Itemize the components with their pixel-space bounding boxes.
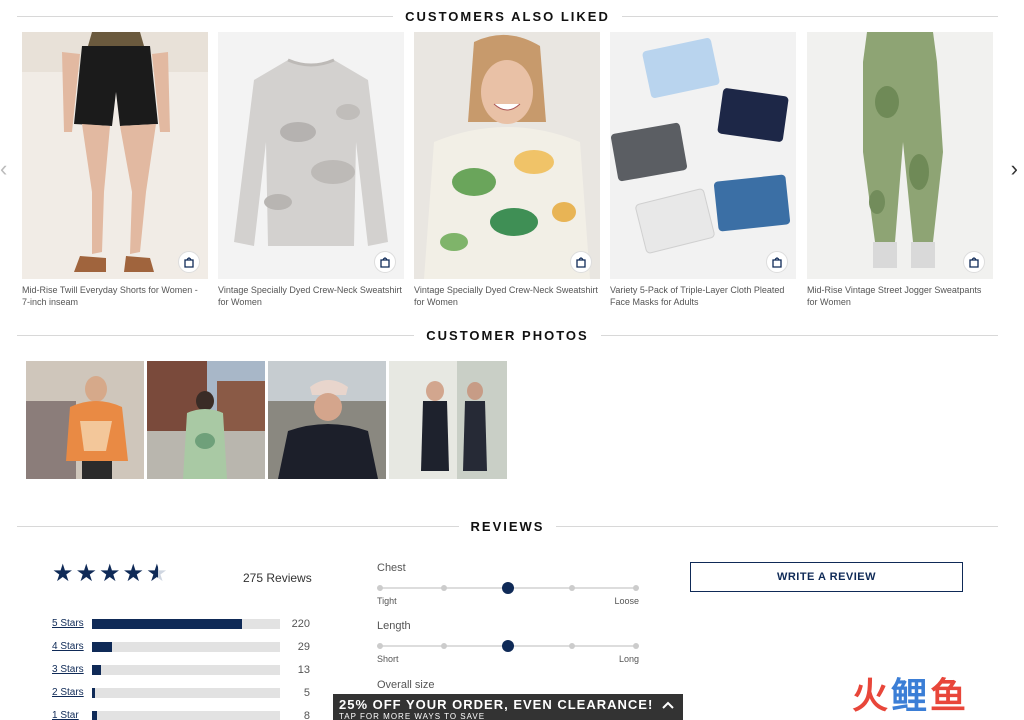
product-card[interactable]: Mid-Rise Vintage Street Jogger Sweatpant…: [807, 32, 993, 308]
histogram-fill: [92, 641, 112, 652]
histogram-count: 8: [303, 709, 310, 720]
fit-dot: [633, 643, 639, 649]
histogram-count: 220: [291, 617, 310, 630]
histogram-track: [92, 664, 280, 675]
promo-subtitle: TAP FOR MORE WAYS TO SAVE: [339, 712, 486, 720]
fit-dot: [633, 585, 639, 591]
star-icon: ★: [99, 560, 121, 587]
add-to-bag-icon[interactable]: [963, 251, 985, 273]
histogram-fill: [92, 710, 98, 720]
histogram-count: 13: [297, 663, 310, 676]
fit-title: Length: [377, 620, 411, 632]
fit-dot: [569, 643, 575, 649]
fit-dot: [569, 585, 575, 591]
product-image[interactable]: [22, 32, 208, 279]
reviews-title: REVIEWS: [470, 518, 545, 534]
customer-photo[interactable]: [147, 361, 265, 479]
product-name[interactable]: Variety 5-Pack of Triple-Layer Cloth Ple…: [610, 284, 796, 308]
fit-dot: [377, 585, 383, 591]
fit-selected-dot: [502, 582, 514, 594]
product-image[interactable]: [807, 32, 993, 279]
histogram-fill: [92, 618, 243, 629]
product-card[interactable]: Mid-Rise Twill Everyday Shorts for Women…: [22, 32, 208, 308]
promo-title: 25% OFF YOUR ORDER, EVEN CLEARANCE!: [339, 697, 654, 712]
histogram-track: [92, 618, 280, 629]
histogram-track: [92, 710, 280, 720]
fit-high-label: Loose: [614, 596, 639, 606]
fit-dot: [377, 643, 383, 649]
histogram-row[interactable]: 3 Stars 13: [52, 658, 322, 681]
customer-photos-heading: CUSTOMER PHOTOS: [17, 325, 998, 345]
star-icon: ★: [75, 560, 98, 587]
histogram-count: 5: [303, 686, 310, 699]
fit-dot: [441, 585, 447, 591]
add-to-bag-icon[interactable]: [766, 251, 788, 273]
customer-photo[interactable]: [26, 361, 144, 479]
fit-title: Chest: [377, 562, 406, 574]
add-to-bag-icon[interactable]: [570, 251, 592, 273]
customer-photos-gallery: [26, 361, 507, 479]
fit-scale: [377, 582, 639, 594]
product-name[interactable]: Vintage Specially Dyed Crew-Neck Sweatsh…: [414, 284, 600, 308]
histogram-track: [92, 641, 280, 652]
histogram-label[interactable]: 1 Star: [52, 710, 92, 720]
star-icon: ★: [122, 560, 145, 587]
histogram-label[interactable]: 2 Stars: [52, 687, 92, 698]
review-count: 275 Reviews: [243, 571, 312, 585]
customers-also-liked-title: CUSTOMERS ALSO LIKED: [405, 8, 610, 24]
watermark-logo: 火鲤鱼: [852, 675, 967, 716]
customer-photo[interactable]: [268, 361, 386, 479]
histogram-label[interactable]: 5 Stars: [52, 618, 92, 629]
star-icon: ★: [52, 560, 74, 587]
chevron-left-icon[interactable]: ‹: [0, 158, 7, 180]
product-card[interactable]: Vintage Specially Dyed Crew-Neck Sweatsh…: [414, 32, 600, 308]
chevron-up-icon[interactable]: [661, 700, 675, 710]
histogram-row[interactable]: 1 Star 8: [52, 704, 322, 720]
fit-dot: [441, 643, 447, 649]
product-image[interactable]: [414, 32, 600, 279]
fit-low-label: Short: [377, 654, 399, 664]
half-star-icon: ★: [146, 560, 168, 587]
histogram-row[interactable]: 5 Stars 220: [52, 612, 322, 635]
histogram-fill: [92, 687, 96, 698]
product-carousel: Mid-Rise Twill Everyday Shorts for Women…: [22, 32, 994, 312]
histogram-label[interactable]: 3 Stars: [52, 664, 92, 675]
rating-histogram: 5 Stars 220 4 Stars 29 3 Stars 13 2 Star…: [52, 612, 322, 720]
fit-chest: Chest Tight Loose: [377, 562, 639, 606]
product-name[interactable]: Vintage Specially Dyed Crew-Neck Sweatsh…: [218, 284, 404, 308]
product-card[interactable]: Variety 5-Pack of Triple-Layer Cloth Ple…: [610, 32, 796, 308]
histogram-count: 29: [297, 640, 310, 653]
histogram-row[interactable]: 2 Stars 5: [52, 681, 322, 704]
customer-photos-title: CUSTOMER PHOTOS: [426, 327, 589, 343]
product-image[interactable]: [218, 32, 404, 279]
fit-selected-dot: [502, 640, 514, 652]
customer-photo[interactable]: [389, 361, 507, 479]
product-card[interactable]: Vintage Specially Dyed Crew-Neck Sweatsh…: [218, 32, 404, 308]
add-to-bag-icon[interactable]: [178, 251, 200, 273]
fit-high-label: Long: [618, 654, 639, 664]
histogram-label[interactable]: 4 Stars: [52, 641, 92, 652]
product-name[interactable]: Mid-Rise Twill Everyday Shorts for Women…: [22, 284, 208, 308]
add-to-bag-icon[interactable]: [374, 251, 396, 273]
histogram-track: [92, 687, 280, 698]
rating-stars: ★ ★ ★ ★ ★: [52, 560, 168, 587]
promo-banner[interactable]: 25% OFF YOUR ORDER, EVEN CLEARANCE! TAP …: [333, 694, 683, 720]
histogram-fill: [92, 664, 101, 675]
write-review-button[interactable]: WRITE A REVIEW: [690, 562, 963, 592]
fit-title: Overall size: [377, 679, 435, 691]
fit-overall: Overall size: [377, 679, 639, 691]
product-name[interactable]: Mid-Rise Vintage Street Jogger Sweatpant…: [807, 284, 993, 308]
reviews-heading: REVIEWS: [17, 516, 998, 536]
product-image[interactable]: [610, 32, 796, 279]
chevron-right-icon[interactable]: ›: [1011, 158, 1018, 180]
fit-scale: [377, 640, 639, 652]
fit-low-label: Tight: [377, 596, 397, 606]
histogram-row[interactable]: 4 Stars 29: [52, 635, 322, 658]
customers-also-liked-heading: CUSTOMERS ALSO LIKED: [17, 6, 998, 26]
fit-length: Length Short Long: [377, 620, 639, 664]
